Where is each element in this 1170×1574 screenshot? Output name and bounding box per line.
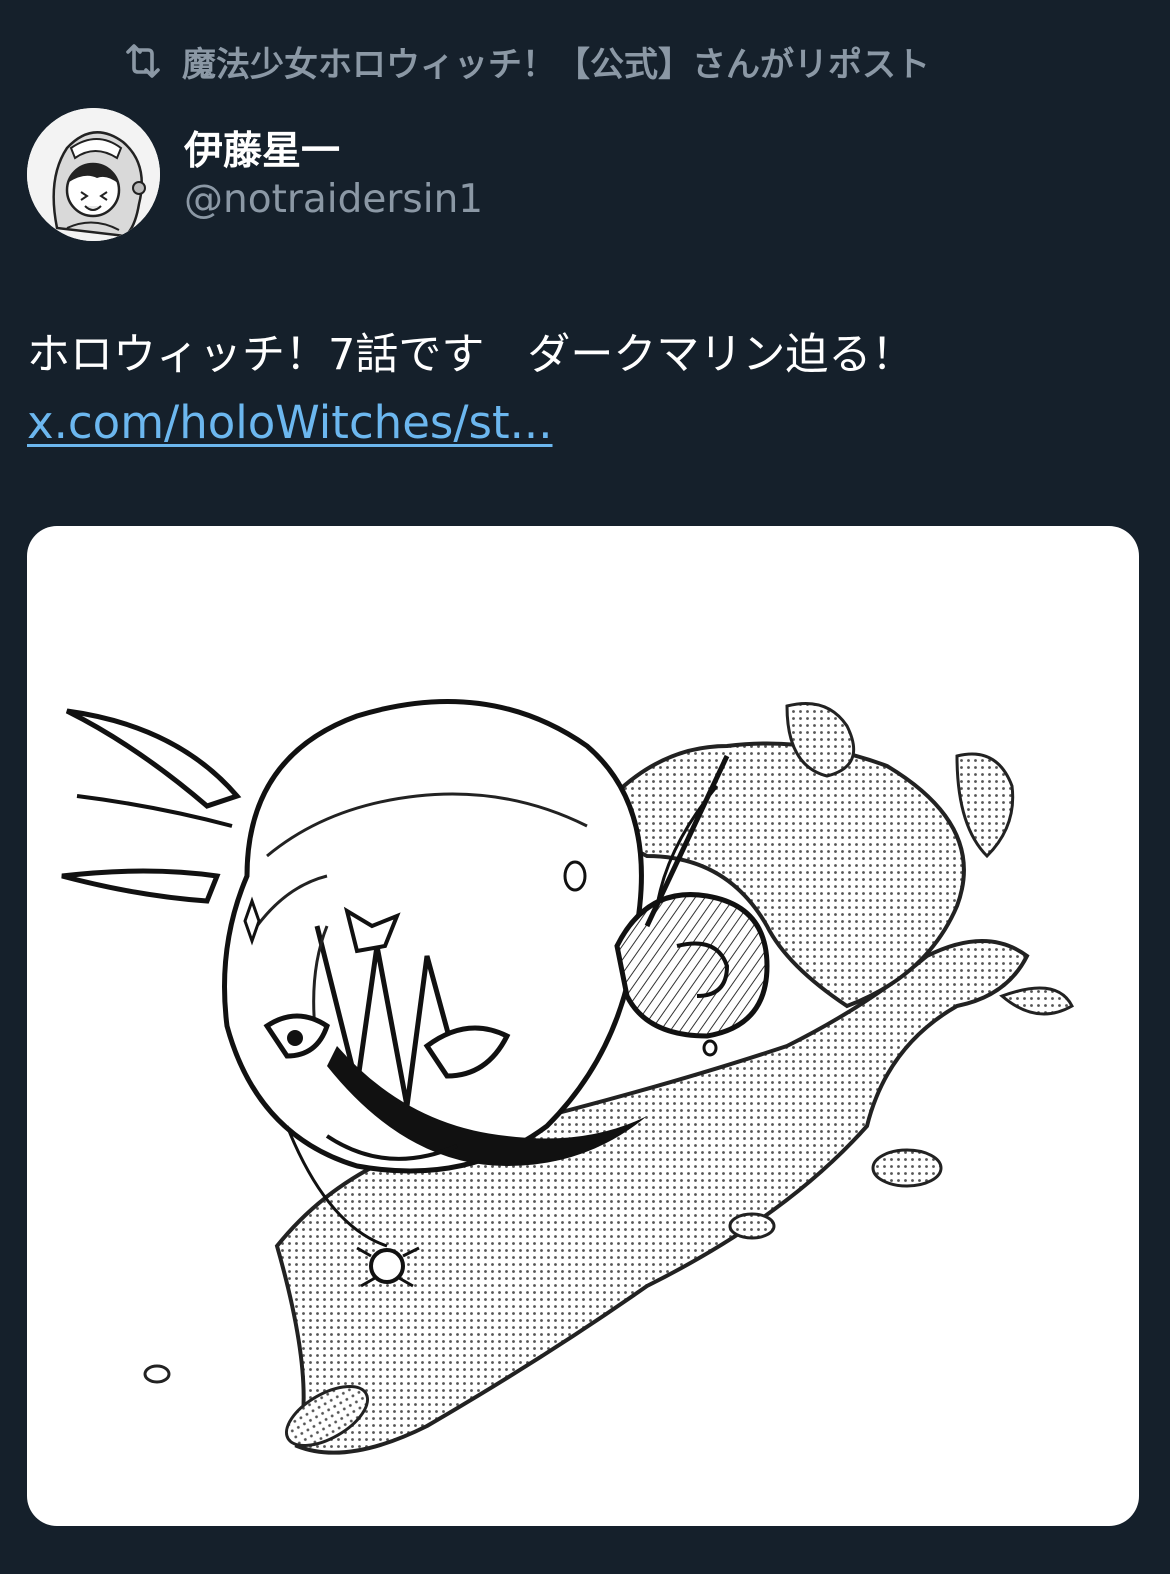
author-display-name[interactable]: 伊藤星一 — [184, 120, 340, 176]
tweet-link[interactable]: x.com/holoWitches/st... — [27, 396, 553, 449]
tweet-text: ホロウィッチ！7話です ダークマリン迫る！ — [27, 330, 915, 380]
repost-indicator[interactable]: 魔法少女ホロウィッチ！【公式】さんがリポスト — [120, 37, 930, 86]
repost-icon — [120, 38, 166, 84]
repost-text[interactable]: 魔法少女ホロウィッチ！【公式】さんがリポスト — [182, 37, 930, 86]
tweet-media-image[interactable] — [27, 526, 1139, 1526]
avatar[interactable] — [27, 108, 160, 241]
author-handle[interactable]: @notraidersin1 — [184, 177, 483, 222]
